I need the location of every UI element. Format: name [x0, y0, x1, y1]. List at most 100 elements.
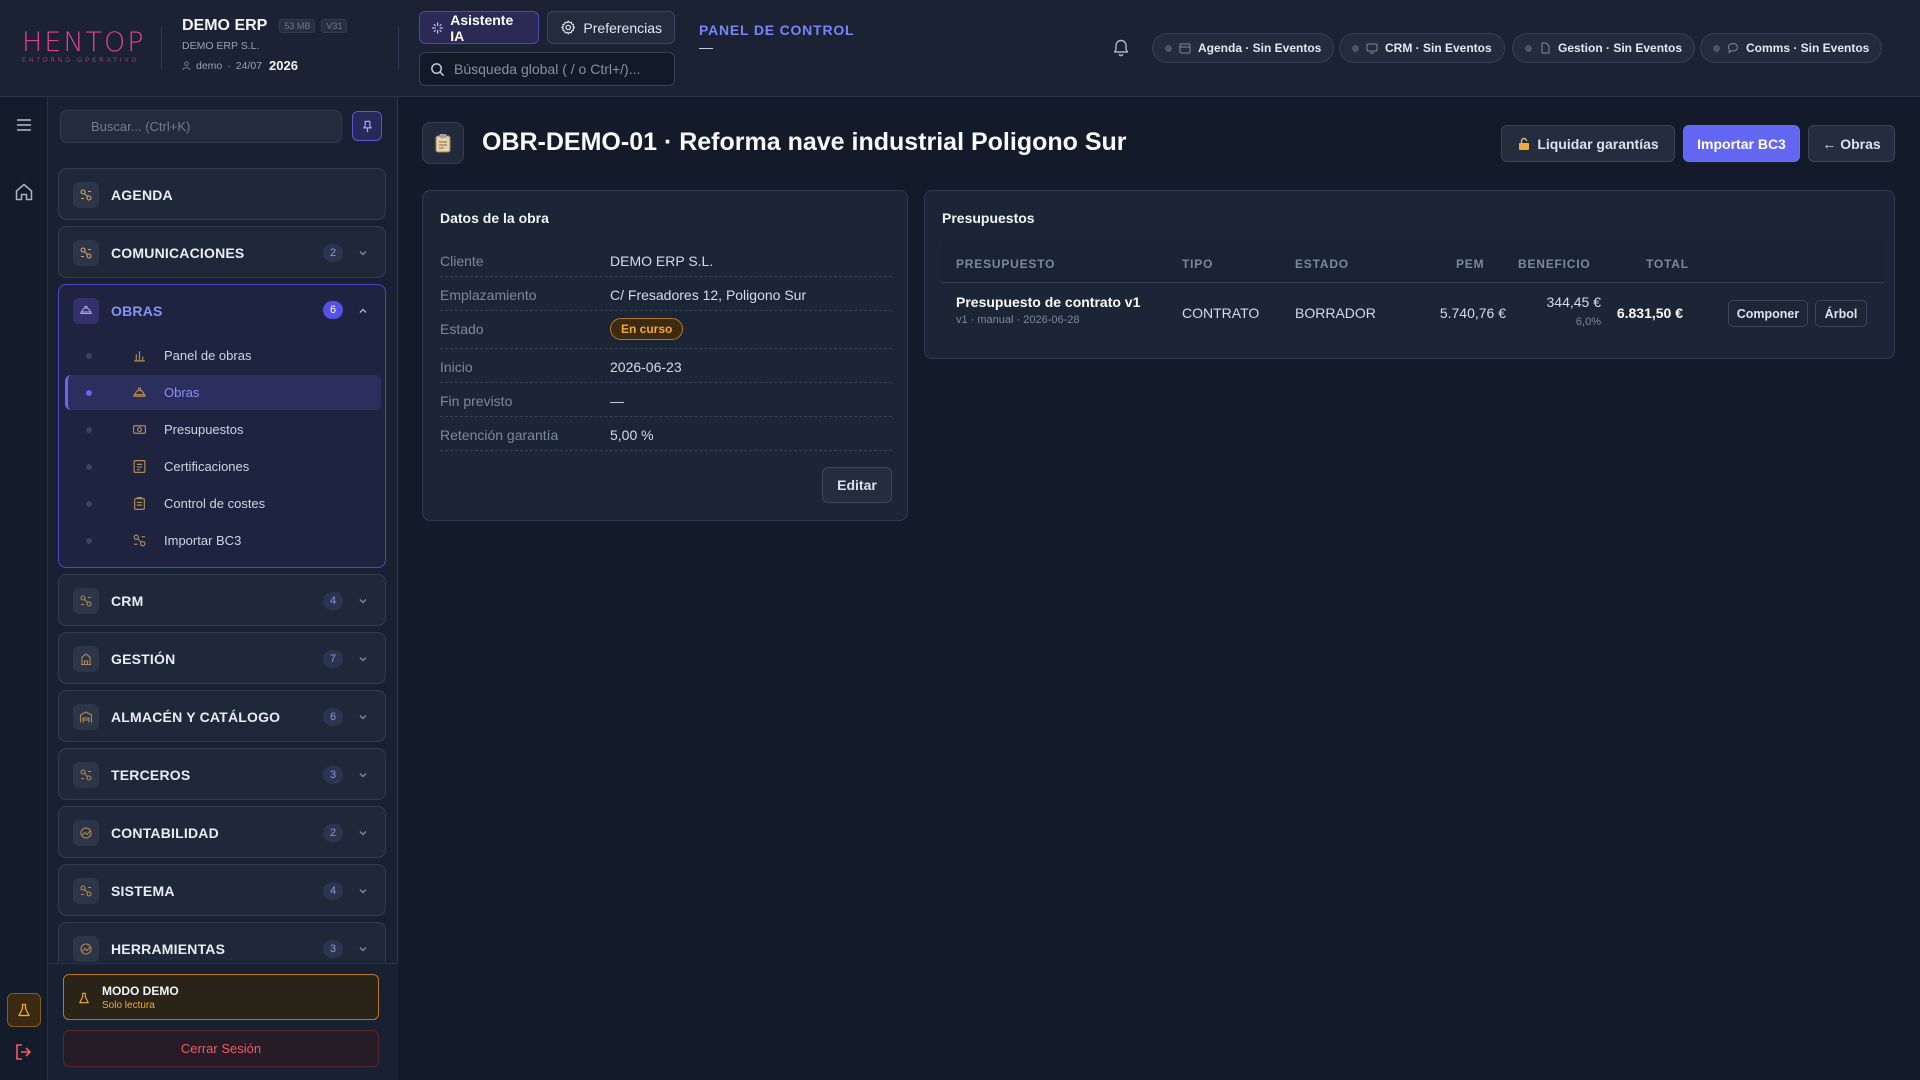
pin-sidebar-button[interactable] — [352, 111, 382, 141]
table-header: PRESUPUESTO TIPO ESTADO PEM BENEFICIO TO… — [941, 241, 1884, 283]
gestion-status-pill[interactable]: Gestion · Sin Eventos — [1512, 33, 1696, 63]
demo-mode-indicator[interactable] — [7, 993, 41, 1027]
status-dot — [1525, 44, 1532, 52]
preferences-button[interactable]: Preferencias — [547, 11, 675, 44]
nav-group-count: 6 — [323, 708, 343, 726]
importar-bc3-button[interactable]: Importar BC3 — [1683, 125, 1800, 162]
flask-icon — [79, 992, 89, 1004]
sidebar-item-certificaciones[interactable]: Certificaciones — [65, 449, 381, 484]
panel-title: PANEL DE CONTROL — [699, 22, 855, 38]
column-header: BENEFICIO — [1518, 257, 1591, 271]
bell-icon[interactable] — [1111, 38, 1131, 58]
nav-group-count: 2 — [323, 824, 343, 842]
nav-group-herramientas[interactable]: HERRAMIENTAS 3 — [58, 922, 386, 962]
global-search-input[interactable] — [454, 61, 664, 77]
nav-group-gestion[interactable]: GESTIÓN 7 — [58, 632, 386, 684]
agenda-status-label: Agenda · Sin Eventos — [1198, 41, 1322, 55]
arbol-button[interactable]: Árbol — [1815, 300, 1867, 327]
nav-group-agenda[interactable]: AGENDA — [58, 168, 386, 220]
nav-group-sistema[interactable]: SISTEMA 4 — [58, 864, 386, 916]
crm-status-pill[interactable]: CRM · Sin Eventos — [1339, 33, 1505, 63]
chevron-down-icon — [359, 715, 367, 720]
nav-group-contabilidad[interactable]: CONTABILIDAD 2 — [58, 806, 386, 858]
sidebar-search-input[interactable] — [60, 110, 342, 143]
nav-group-label: CRM — [111, 593, 144, 609]
field-value: 2026-06-23 — [610, 359, 682, 375]
import-icon — [133, 534, 146, 547]
presupuestos-card: Presupuestos PRESUPUESTO TIPO ESTADO PEM… — [924, 190, 1895, 359]
bullet — [86, 390, 92, 396]
field-label: Estado — [440, 321, 484, 337]
nav-group-label: GESTIÓN — [111, 651, 176, 667]
page-title: OBR-DEMO-01 · Reforma nave industrial Po… — [482, 128, 1127, 156]
nav-group-count: 3 — [323, 940, 343, 958]
logout-icon[interactable] — [12, 1040, 36, 1064]
field-label: Fin previsto — [440, 393, 513, 409]
logo-subtitle: ENTORNO OPERATIVO — [22, 58, 140, 64]
nav-group-comunicaciones[interactable]: COMUNICACIONES 2 — [58, 226, 386, 278]
sidebar-item-panel-de-obras[interactable]: Panel de obras — [65, 338, 381, 373]
nav-group-count: 6 — [323, 301, 343, 319]
app-logo[interactable]: HENTOP ENTORNO OPERATIVO — [22, 27, 146, 66]
field-value: — — [610, 393, 624, 409]
componer-button[interactable]: Componer — [1728, 300, 1808, 327]
unlock-icon — [1519, 137, 1530, 150]
table-row[interactable]: Presupuesto de contrato v1 v1 · manual ·… — [941, 284, 1884, 340]
sidebar-item-label: Certificaciones — [164, 459, 250, 474]
field-inicio: Inicio 2026-06-23 — [440, 349, 892, 383]
chevron-down-icon — [359, 251, 367, 256]
panel-subtitle: — — [699, 39, 713, 55]
nav-group-terceros[interactable]: TERCEROS 3 — [58, 748, 386, 800]
total-cell: 6.831,50 € — [1616, 305, 1683, 321]
sidebar-item-obras[interactable]: Obras — [65, 375, 381, 410]
nav-group-count: 7 — [323, 650, 343, 668]
ai-assistant-button[interactable]: Asistente IA — [419, 11, 539, 44]
session-date: 24/07 — [235, 59, 263, 72]
presupuesto-name[interactable]: Presupuesto de contrato v1 — [956, 294, 1140, 310]
chevron-down-icon — [359, 889, 367, 894]
agenda-status-pill[interactable]: Agenda · Sin Eventos — [1152, 33, 1335, 63]
nav-group-count: 2 — [323, 244, 343, 262]
gear-icon — [561, 20, 576, 35]
sidebar-item-presupuestos[interactable]: Presupuestos — [65, 412, 381, 447]
logout-button[interactable]: Cerrar Sesión — [63, 1030, 379, 1067]
logo-text: HENTOP — [22, 27, 146, 58]
bullet — [86, 464, 92, 470]
nav-group-crm[interactable]: CRM 4 — [58, 574, 386, 626]
monitor-icon — [1366, 43, 1378, 54]
chevron-down-icon — [359, 657, 367, 662]
system-icon — [73, 878, 99, 904]
document-icon — [1541, 42, 1550, 54]
dashboard-icon — [134, 351, 145, 362]
status-badge: En curso — [610, 318, 684, 340]
menu-icon[interactable] — [12, 113, 36, 137]
field-label: Inicio — [440, 359, 473, 375]
home-icon[interactable] — [12, 180, 36, 204]
sparkle-icon — [432, 21, 444, 34]
sidebar: AGENDA COMUNICACIONES 2 OBRAS 6 Panel de… — [48, 97, 398, 1080]
liquidar-garantias-label: Liquidar garantías — [1537, 135, 1659, 152]
accounting-icon — [73, 820, 99, 846]
nav-group-almacen[interactable]: ALMACÉN Y CATÁLOGO 6 — [58, 690, 386, 742]
field-retencion-garantia: Retención garantía 5,00 % — [440, 417, 892, 451]
money-icon — [133, 425, 146, 434]
field-label: Cliente — [440, 253, 484, 269]
demo-mode-title: MODO DEMO — [102, 984, 179, 998]
global-search[interactable] — [419, 52, 675, 86]
company-info: DEMO ERP 53 MB V31 DEMO ERP S.L. demo · … — [182, 17, 348, 73]
flask-icon — [18, 1003, 30, 1017]
chevron-down-icon — [359, 947, 367, 952]
fiscal-year[interactable]: 2026 — [269, 58, 298, 73]
back-to-obras-button[interactable]: ← Obras — [1808, 125, 1895, 162]
edit-button[interactable]: Editar — [822, 467, 892, 503]
pem-cell: 5.740,76 € — [1439, 305, 1506, 321]
comms-status-pill[interactable]: Comms · Sin Eventos — [1700, 33, 1883, 63]
nav-group-label: SISTEMA — [111, 883, 175, 899]
liquidar-garantias-button[interactable]: Liquidar garantías — [1501, 125, 1675, 162]
sidebar-item-control-de-costes[interactable]: Control de costes — [65, 486, 381, 521]
sidebar-item-importar-bc3[interactable]: Importar BC3 — [65, 523, 381, 558]
card-title: Presupuestos — [942, 210, 1035, 226]
clipboard-icon — [422, 122, 464, 164]
nav-group-obras[interactable]: OBRAS 6 Panel de obras Obras Presupuesto… — [58, 284, 386, 568]
field-emplazamiento: Emplazamiento C/ Fresadores 12, Poligono… — [440, 277, 892, 311]
